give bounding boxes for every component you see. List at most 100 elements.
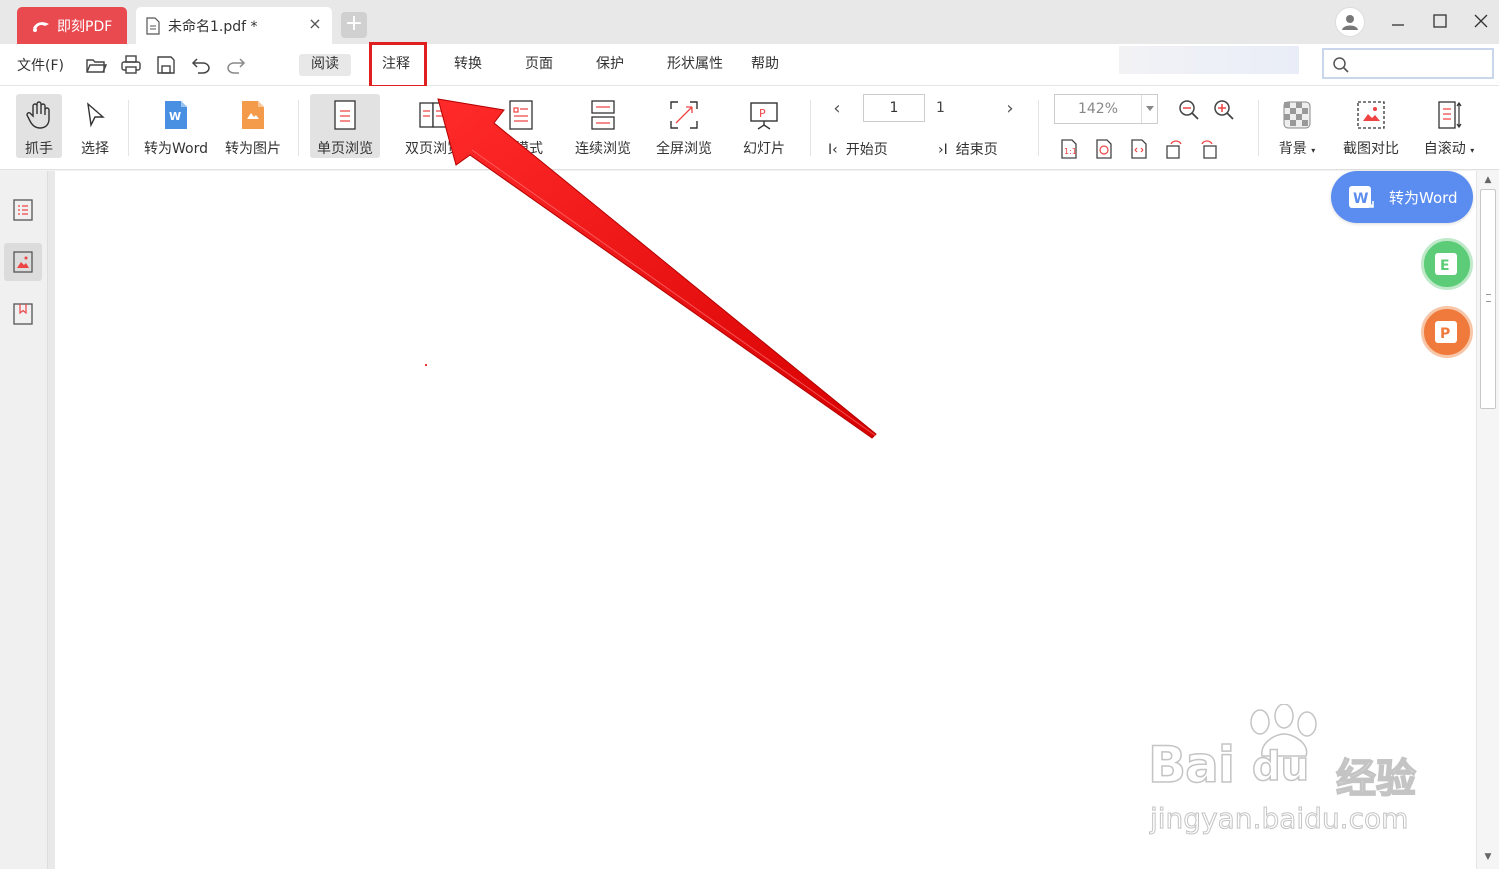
menu-shape-properties[interactable]: 形状属性 <box>661 54 729 76</box>
menu-reading[interactable]: 阅读 <box>299 54 351 76</box>
double-page-view-button[interactable]: 双页浏览 <box>398 94 468 158</box>
float-to-excel-button[interactable]: E <box>1421 238 1473 290</box>
document-tab-label: 未命名1.pdf * <box>168 18 258 35</box>
to-word-button[interactable]: W 转为Word <box>138 94 214 158</box>
watermark-brand-suffix: du <box>1251 743 1310 791</box>
last-page-label: 结束页 <box>955 142 998 158</box>
title-bar: 即刻PDF 未命名1.pdf * × + <box>0 0 1499 44</box>
slideshow-button[interactable]: P 幻灯片 <box>736 94 792 158</box>
float-to-ppt-button[interactable]: P <box>1421 306 1473 358</box>
prev-page-button[interactable]: ‹ <box>829 100 845 118</box>
bookmark-icon <box>13 303 33 325</box>
scroll-down-arrow-icon[interactable]: ▼ <box>1482 851 1494 863</box>
word-file-icon: W <box>165 101 187 129</box>
fit-page-icon[interactable] <box>1093 138 1115 160</box>
last-page-button[interactable]: ›I 结束页 <box>938 139 998 159</box>
zoom-select[interactable]: 142% <box>1054 94 1158 124</box>
search-icon <box>1333 57 1349 73</box>
search-input[interactable] <box>1354 54 1490 74</box>
screenshot-compare-button[interactable]: 截图对比 <box>1338 94 1404 158</box>
menu-convert[interactable]: 转换 <box>448 54 488 76</box>
last-page-icon: ›I <box>938 142 948 158</box>
brand-logo-icon <box>33 21 49 32</box>
new-tab-button[interactable]: + <box>341 12 367 38</box>
select-tool-label: 选择 <box>81 141 109 157</box>
slideshow-icon: P <box>750 102 778 130</box>
file-menu[interactable]: 文件(F) <box>17 55 64 75</box>
sidebar-outline-button[interactable] <box>4 191 42 229</box>
thumbnail-image-icon <box>13 251 33 273</box>
single-page-label: 单页浏览 <box>317 141 373 157</box>
book-mode-button[interactable]: 模式 <box>486 94 556 158</box>
current-page-input[interactable]: 1 <box>863 94 925 122</box>
continuous-view-label: 连续浏览 <box>575 141 631 157</box>
sidebar-thumbnails-button[interactable] <box>4 243 42 281</box>
continuous-view-button[interactable]: 连续浏览 <box>570 94 636 158</box>
single-page-view-button[interactable]: 单页浏览 <box>310 94 380 158</box>
screenshot-compare-label: 截图对比 <box>1343 141 1399 157</box>
auto-scroll-label: 自滚动 ▾ <box>1424 138 1474 158</box>
background-button[interactable]: 背景 ▾ <box>1272 94 1322 158</box>
document-tab[interactable]: 未命名1.pdf * × <box>136 7 332 44</box>
menu-protect[interactable]: 保护 <box>590 54 630 76</box>
app-brand-label: 即刻PDF <box>57 18 113 35</box>
undo-icon[interactable] <box>190 54 212 76</box>
chevron-down-icon <box>1145 106 1154 111</box>
first-page-button[interactable]: I‹ 开始页 <box>828 139 888 159</box>
vertical-scrollbar[interactable]: ▲ ▼ <box>1476 171 1499 869</box>
scroll-thumb[interactable] <box>1480 189 1496 409</box>
minimize-button[interactable] <box>1387 10 1409 32</box>
sidebar-bookmarks-button[interactable] <box>4 295 42 333</box>
to-image-button[interactable]: 转为图片 <box>220 94 286 158</box>
page-mark <box>425 364 427 366</box>
float-to-word-label: 转为Word <box>1389 188 1458 207</box>
zoom-dropdown-arrow[interactable] <box>1141 95 1157 123</box>
redo-icon[interactable] <box>225 54 247 76</box>
print-icon[interactable] <box>120 54 142 76</box>
toolbar-separator <box>1258 100 1259 156</box>
float-to-word-button[interactable]: W 转为Word <box>1331 171 1473 223</box>
app-brand-tab[interactable]: 即刻PDF <box>17 7 127 44</box>
toolbar-separator <box>1038 100 1039 156</box>
double-page-label: 双页浏览 <box>405 141 461 157</box>
actual-size-icon[interactable]: 1:1 <box>1058 138 1080 160</box>
book-mode-label: 模式 <box>515 141 543 157</box>
maximize-button[interactable] <box>1429 10 1451 32</box>
next-page-button[interactable]: › <box>1002 100 1018 118</box>
cursor-arrow-icon <box>87 102 105 128</box>
close-tab-icon[interactable]: × <box>308 16 322 32</box>
search-box[interactable] <box>1322 48 1494 79</box>
rotate-right-icon[interactable] <box>1198 138 1220 160</box>
fit-width-icon[interactable] <box>1128 138 1150 160</box>
hand-tool-button[interactable]: 抓手 <box>16 94 62 158</box>
to-image-label: 转为图片 <box>225 141 281 157</box>
svg-text:W: W <box>169 110 181 123</box>
menu-help[interactable]: 帮助 <box>745 54 785 76</box>
toolbar-separator <box>298 100 299 156</box>
close-window-button[interactable] <box>1470 10 1492 32</box>
fullscreen-view-label: 全屏浏览 <box>656 141 712 157</box>
hand-tool-label: 抓手 <box>25 141 53 157</box>
toolbar-separator <box>128 100 129 156</box>
excel-badge-letter: E <box>1440 258 1450 274</box>
save-icon[interactable] <box>155 54 177 76</box>
maximize-icon <box>1433 14 1447 28</box>
minimize-icon <box>1392 24 1404 26</box>
watermark-brand: Bai <box>1147 735 1236 795</box>
scroll-up-arrow-icon[interactable]: ▲ <box>1482 174 1494 186</box>
zoom-value: 142% <box>1077 101 1119 117</box>
menu-page[interactable]: 页面 <box>519 54 559 76</box>
grip-icon <box>1486 294 1491 302</box>
open-folder-icon[interactable] <box>85 54 107 76</box>
select-tool-button[interactable]: 选择 <box>74 94 116 158</box>
zoom-out-icon[interactable] <box>1178 99 1200 121</box>
user-icon <box>1342 15 1358 30</box>
fullscreen-view-button[interactable]: 全屏浏览 <box>651 94 717 158</box>
user-avatar[interactable] <box>1335 7 1365 37</box>
to-word-label: 转为Word <box>144 141 208 157</box>
zoom-in-icon[interactable] <box>1213 99 1235 121</box>
rotate-left-icon[interactable] <box>1163 138 1185 160</box>
auto-scroll-label-text: 自滚动 <box>1423 141 1466 157</box>
auto-scroll-button[interactable]: 自滚动 ▾ <box>1418 94 1480 158</box>
word-badge-icon: W <box>1349 186 1374 208</box>
